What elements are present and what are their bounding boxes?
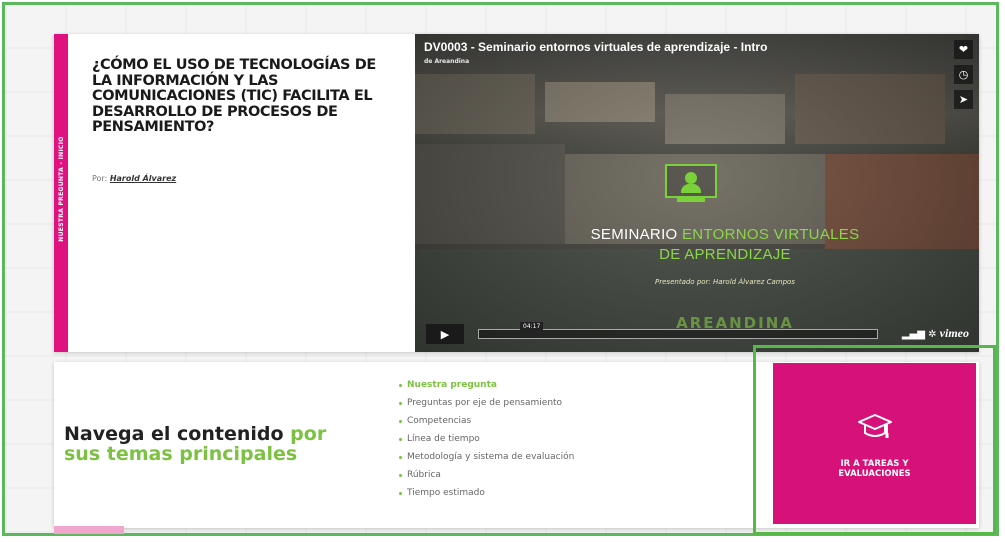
author-link[interactable]: Harold Álvarez <box>110 174 176 183</box>
video-owner[interactable]: de Areandina <box>424 58 469 65</box>
send-icon[interactable]: ➤ <box>954 90 973 109</box>
nav-heading-dark: Navega el contenido <box>64 423 291 445</box>
monitor-icon <box>665 164 717 198</box>
pink-strip <box>54 526 124 534</box>
control-right: ▂▄▆ ✲ vimeo <box>902 326 969 341</box>
tasks-evaluations-button[interactable]: IR A TAREAS Y EVALUACIONES <box>773 363 976 524</box>
video-controls: ▶ 04:17 ▂▄▆ ✲ vimeo <box>426 322 969 344</box>
topic-item[interactable]: Tiempo estimado <box>399 484 574 502</box>
seminar-title-green: ENTORNOS VIRTUALES <box>681 226 860 243</box>
topic-item[interactable]: Rúbrica <box>399 466 574 484</box>
side-tab[interactable]: NUESTRA PREGUNTA - INICIO <box>54 34 68 352</box>
cta-line1: IR A TAREAS Y <box>840 459 909 469</box>
video-actions: ❤ ◷ ➤ <box>954 40 973 109</box>
settings-icon[interactable]: ✲ <box>928 329 936 340</box>
topic-item[interactable]: Nuestra pregunta <box>399 376 574 394</box>
video-player[interactable]: DV0003 - Seminario entornos virtuales de… <box>415 34 979 352</box>
side-tab-label: NUESTRA PREGUNTA - INICIO <box>58 136 65 242</box>
question-title: ¿CÓMO EL USO DE TECNOLOGÍAS DE LA INFORM… <box>92 57 376 135</box>
topic-item[interactable]: Preguntas por eje de pensamiento <box>399 394 574 412</box>
question-card: NUESTRA PREGUNTA - INICIO ¿CÓMO EL USO D… <box>54 34 979 352</box>
volume-icon[interactable]: ▂▄▆ <box>902 329 925 340</box>
seminar-title-white: SEMINARIO <box>590 226 682 243</box>
monitor-stand <box>677 198 705 202</box>
progress-bar[interactable]: 04:17 <box>478 322 878 339</box>
seminar-subtitle: DE APRENDIZAJE <box>659 246 791 263</box>
nav-heading-green-2: sus temas principales <box>64 443 298 465</box>
topic-item[interactable]: Competencias <box>399 412 574 430</box>
time-badge: 04:17 <box>520 322 544 331</box>
nav-heading-green-1: por <box>290 423 327 445</box>
navigation-heading: Navega el contenido por sus temas princi… <box>64 424 326 464</box>
byline: Por: Harold Álvarez <box>92 174 176 183</box>
cta-label: IR A TAREAS Y EVALUACIONES <box>773 459 976 479</box>
play-icon[interactable]: ▶ <box>426 324 464 344</box>
cta-line2: EVALUACIONES <box>838 469 911 479</box>
clock-icon[interactable]: ◷ <box>954 65 973 84</box>
vimeo-logo[interactable]: vimeo <box>940 326 969 340</box>
topic-list: Nuestra pregunta Preguntas por eje de pe… <box>399 376 574 502</box>
topic-item[interactable]: Metodología y sistema de evaluación <box>399 448 574 466</box>
byline-prefix: Por: <box>92 174 110 183</box>
seminar-title: SEMINARIO ENTORNOS VIRTUALES <box>575 226 875 243</box>
heart-icon[interactable]: ❤ <box>954 40 973 59</box>
graduation-cap-icon <box>858 414 892 438</box>
presenter-text: Presentado por: Harold Álvarez Campos <box>655 278 795 286</box>
video-title[interactable]: DV0003 - Seminario entornos virtuales de… <box>424 40 767 54</box>
topic-item[interactable]: Línea de tiempo <box>399 430 574 448</box>
